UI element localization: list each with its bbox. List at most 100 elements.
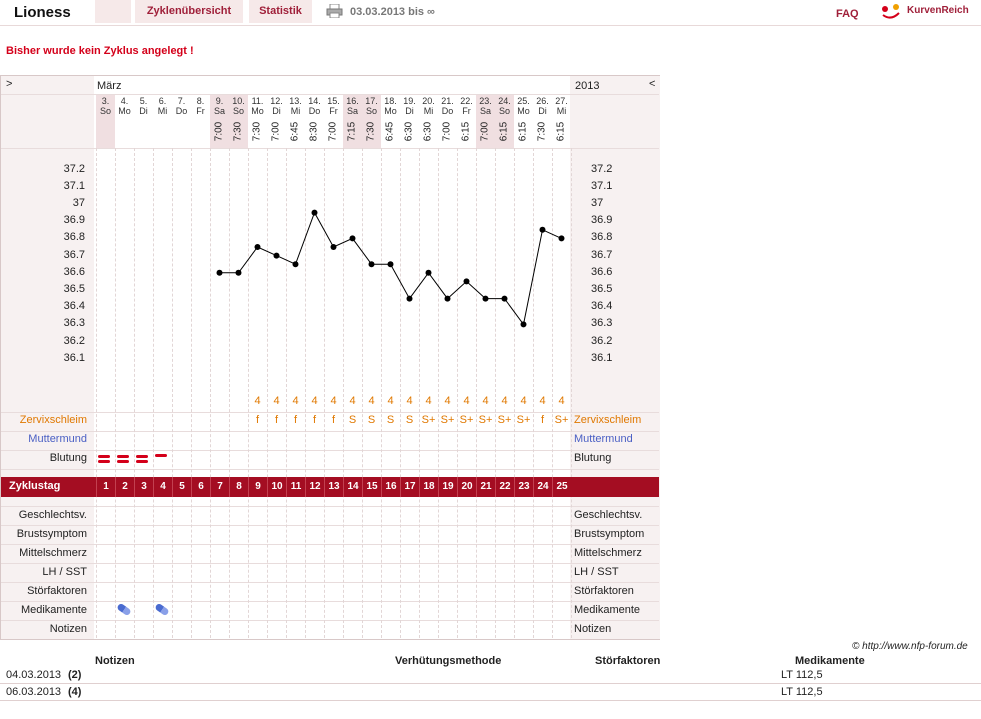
temperature-point[interactable] xyxy=(235,269,242,276)
medi-label-right: Medikamente xyxy=(574,604,641,616)
cervix-feel-value: 4 xyxy=(311,395,318,407)
cycle-day-number[interactable]: 25 xyxy=(552,477,571,497)
cervix-mucus-value: S xyxy=(405,414,414,426)
cycle-day-number[interactable]: 10 xyxy=(267,477,286,497)
temperature-point[interactable] xyxy=(349,235,356,242)
lh-label-right: LH / SST xyxy=(574,566,619,578)
blutung-label: Blutung xyxy=(49,452,87,464)
cycle-day-number[interactable]: 15 xyxy=(362,477,381,497)
cervix-mucus-value: S xyxy=(367,414,376,426)
cervix-mucus-value: S+ xyxy=(554,414,569,426)
cervix-feel-value: 4 xyxy=(425,395,432,407)
temperature-point[interactable] xyxy=(406,295,413,302)
cycle-day-number[interactable]: 9 xyxy=(248,477,267,497)
cycle-day-number[interactable]: 21 xyxy=(476,477,495,497)
temperature-point[interactable] xyxy=(463,278,470,285)
row-num: (4) xyxy=(68,686,82,698)
temperature-point[interactable] xyxy=(311,209,318,216)
cycle-day-number[interactable]: 14 xyxy=(343,477,362,497)
muttermund-label-right: Muttermund xyxy=(574,433,633,445)
temperature-point[interactable] xyxy=(425,269,432,276)
bleeding-mark xyxy=(117,455,129,458)
cervix-feel-value: 4 xyxy=(273,395,280,407)
printer-icon[interactable] xyxy=(326,3,343,19)
col-verhuetung: Verhütungsmethode xyxy=(395,655,502,667)
medi-label: Medikamente xyxy=(20,604,87,616)
bleeding-mark xyxy=(98,460,110,463)
brand-name[interactable]: KurvenReich xyxy=(907,5,969,16)
tab-blank[interactable] xyxy=(95,0,131,23)
copyright: © http://www.nfp-forum.de xyxy=(852,641,968,652)
row-date: 06.03.2013 xyxy=(6,686,62,698)
temperature-point[interactable] xyxy=(539,226,546,233)
cycle-chart: > März 2013 < 3. So 4. Mo 5. Di 6. Mi 7. Do 8. Fr 9.… xyxy=(0,75,660,640)
no-cycle-warning: Bisher wurde kein Zyklus angelegt ! xyxy=(6,45,194,57)
cycle-day-number[interactable]: 18 xyxy=(419,477,438,497)
cervix-feel-value: 4 xyxy=(349,395,356,407)
temperature-point[interactable] xyxy=(292,261,299,268)
bleeding-mark xyxy=(136,455,148,458)
blutung-label-right: Blutung xyxy=(574,452,612,464)
app-title: Lioness xyxy=(14,4,71,21)
cycle-day-number[interactable]: 6 xyxy=(191,477,210,497)
temperature-point[interactable] xyxy=(216,269,223,276)
cycle-day-number[interactable]: 11 xyxy=(286,477,305,497)
cycle-day-number[interactable]: 8 xyxy=(229,477,248,497)
cervix-mucus-value: S xyxy=(348,414,357,426)
temperature-plot xyxy=(216,209,565,328)
temperature-point[interactable] xyxy=(254,244,261,250)
cervix-feel-value: 4 xyxy=(368,395,375,407)
cervix-mucus-value: f xyxy=(293,414,298,426)
temperature-point[interactable] xyxy=(387,261,394,268)
cervix-mucus-value: S+ xyxy=(440,414,455,426)
faq-link[interactable]: FAQ xyxy=(836,8,859,20)
cycle-day-number[interactable]: 2 xyxy=(115,477,134,497)
temperature-point[interactable] xyxy=(520,321,527,328)
tab-statistik[interactable]: Statistik xyxy=(249,0,312,23)
brust-label: Brustsymptom xyxy=(16,528,87,540)
cervix-mucus-value: f xyxy=(331,414,336,426)
cycle-day-number[interactable]: 20 xyxy=(457,477,476,497)
temperature-point[interactable] xyxy=(330,244,337,250)
geschlecht-label: Geschlechtsv. xyxy=(18,509,87,521)
cervix-mucus-value: f xyxy=(312,414,317,426)
temperature-point[interactable] xyxy=(368,261,375,268)
cycle-day-number[interactable]: 22 xyxy=(495,477,514,497)
geschlecht-label-right: Geschlechtsv. xyxy=(574,509,643,521)
cervix-mucus-value: S+ xyxy=(478,414,493,426)
cycle-day-number[interactable]: 12 xyxy=(305,477,324,497)
cycle-day-number[interactable]: 1 xyxy=(96,477,115,497)
cycle-day-number[interactable]: 23 xyxy=(514,477,533,497)
cycle-day-number[interactable]: 13 xyxy=(324,477,343,497)
cycle-day-number[interactable]: 24 xyxy=(533,477,552,497)
cervix-feel-value: 4 xyxy=(444,395,451,407)
cycle-day-number[interactable]: 16 xyxy=(381,477,400,497)
temperature-point[interactable] xyxy=(482,295,489,302)
tab-zyklenuebersicht[interactable]: Zyklenübersicht xyxy=(135,0,243,23)
temperature-point[interactable] xyxy=(273,252,280,259)
temperature-point[interactable] xyxy=(444,295,451,302)
temperature-point[interactable] xyxy=(501,295,508,302)
temperature-line xyxy=(219,211,562,326)
cycle-day-number[interactable]: 19 xyxy=(438,477,457,497)
cervix-feel-value: 4 xyxy=(482,395,489,407)
cycle-day-number[interactable]: 17 xyxy=(400,477,419,497)
cervix-feel-value: 4 xyxy=(558,395,565,407)
notizen-label: Notizen xyxy=(49,623,87,635)
row-med: LT 112,5 xyxy=(781,669,823,681)
cycle-day-number[interactable]: 7 xyxy=(210,477,229,497)
bleeding-mark xyxy=(117,460,129,463)
row-med: LT 112,5 xyxy=(781,686,823,698)
cervix-mucus-value: f xyxy=(255,414,260,426)
cervix-feel-value: 4 xyxy=(330,395,337,407)
cervix-mucus-value: S+ xyxy=(459,414,474,426)
cycle-day-number[interactable]: 5 xyxy=(172,477,191,497)
cycle-day-number[interactable]: 3 xyxy=(134,477,153,497)
zervix-label: Zervixschleim xyxy=(19,414,87,426)
cervix-feel-value: 4 xyxy=(292,395,299,407)
cervix-feel-value: 4 xyxy=(463,395,470,407)
cycle-day-number[interactable]: 4 xyxy=(153,477,172,497)
notizen-label-right: Notizen xyxy=(574,623,612,635)
temperature-point[interactable] xyxy=(558,235,565,242)
row-num: (2) xyxy=(68,669,82,681)
